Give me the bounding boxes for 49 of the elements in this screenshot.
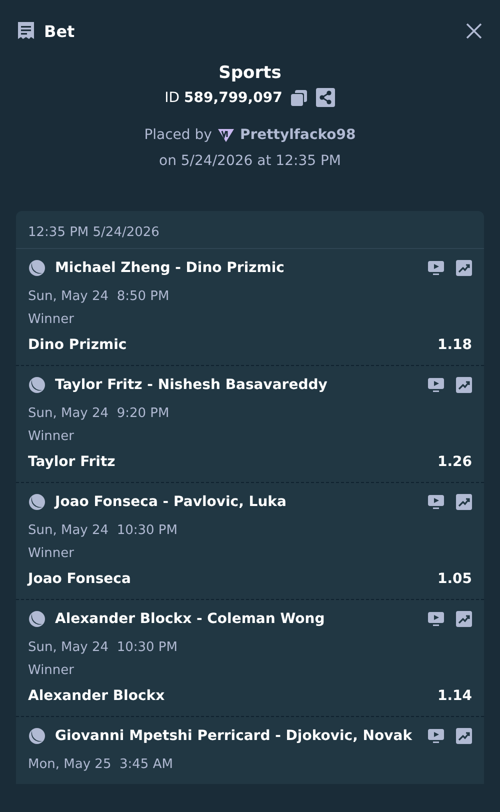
live-stream-button[interactable] [428,611,444,627]
live-stream-button[interactable] [428,377,444,393]
market-name: Winner [28,312,76,327]
close-button[interactable] [464,21,484,41]
odds: 1.14 [437,688,472,704]
bet-timestamp: 12:35 PM 5/24/2026 [28,225,160,240]
event-time: Sun, May 24 9:20 PM [28,406,170,421]
odds: 1.05 [437,571,472,587]
stats-button[interactable] [456,377,472,393]
tennis-ball-icon [28,610,46,628]
tennis-ball-icon [28,259,46,277]
copy-button[interactable] [290,88,308,106]
tennis-ball-icon [28,376,46,394]
stats-button[interactable] [456,260,472,276]
stats-button[interactable] [456,728,472,744]
placed-by-label: Placed by [144,127,212,143]
receipt-icon [16,21,36,41]
vip-badge-icon [216,127,235,143]
dialog-title: Bet [44,22,75,40]
odds: 1.18 [437,337,472,353]
bet-id: ID 589,799,097 [164,90,282,106]
stats-button[interactable] [456,611,472,627]
match-title: Alexander Blockx - Coleman Wong [55,611,325,627]
match-title: Michael Zheng - Dino Prizmic [55,260,284,276]
live-stream-button[interactable] [428,260,444,276]
live-stream-button[interactable] [428,728,444,744]
selection: Joao Fonseca [28,571,131,587]
bet-category: Sports [218,63,282,83]
stats-button[interactable] [456,494,472,510]
market-name: Winner [28,429,76,444]
market-name: Winner [28,663,76,678]
event-time: Sun, May 24 10:30 PM [28,523,178,538]
selection: Alexander Blockx [28,688,165,704]
odds: 1.26 [437,454,472,470]
selection: Dino Prizmic [28,337,127,353]
tennis-ball-icon [28,727,46,745]
placed-date: on 5/24/2026 at 12:35 PM [159,153,341,169]
tennis-ball-icon [28,493,46,511]
selection: Taylor Fritz [28,454,116,470]
market-name: Winner [28,546,76,561]
match-title: Taylor Fritz - Nishesh Basavareddy [55,377,328,393]
live-stream-button[interactable] [428,494,444,510]
event-time: Mon, May 25 3:45 AM [28,757,174,772]
event-time: Sun, May 24 8:50 PM [28,289,170,304]
share-button[interactable] [316,88,336,107]
username-link[interactable]: Prettylfacko98 [240,127,356,143]
match-title: Joao Fonseca - Pavlovic, Luka [55,494,286,510]
match-title: Giovanni Mpetshi Perricard - Djokovic, Novak [55,728,412,744]
event-time: Sun, May 24 10:30 PM [28,640,178,655]
